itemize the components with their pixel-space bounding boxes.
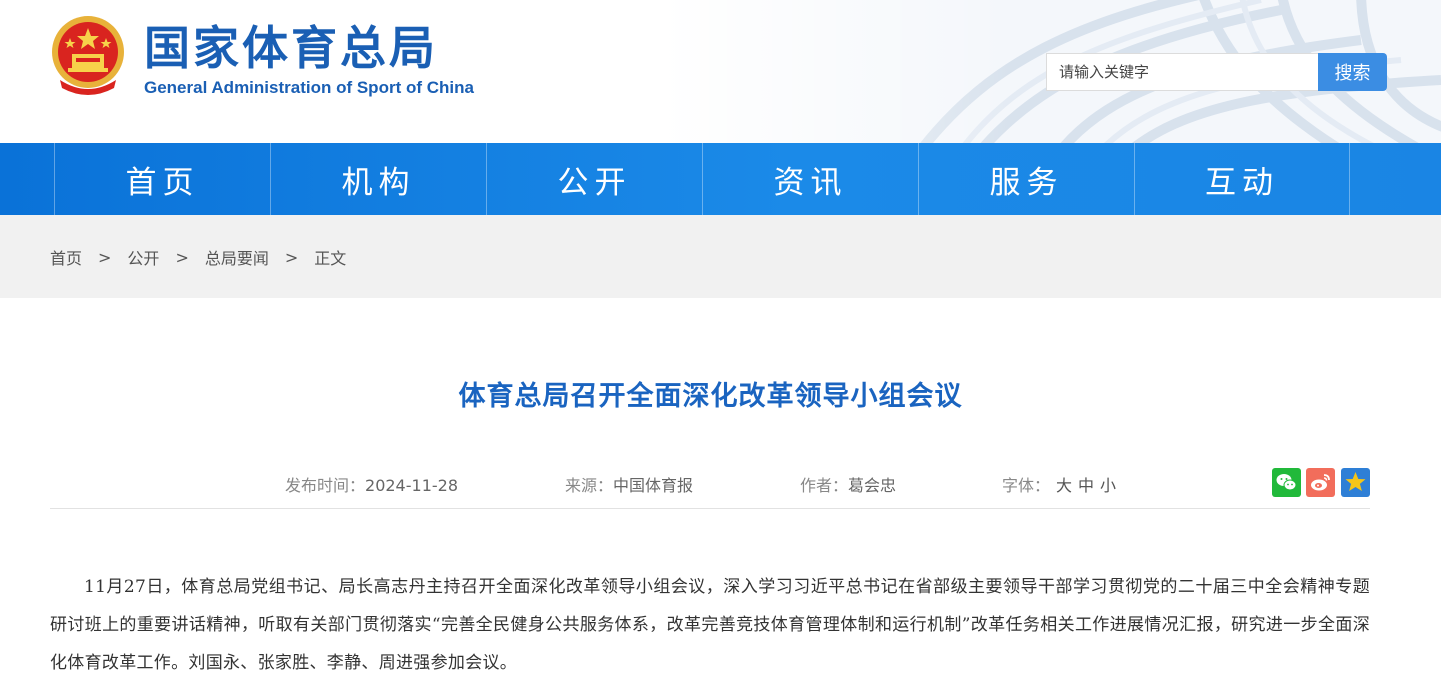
nav-item-news[interactable]: 资讯 [702,143,918,215]
breadcrumb-separator: > [98,247,112,267]
font-size-medium[interactable]: 中 [1078,476,1094,495]
breadcrumb-headline-news[interactable]: 总局要闻 [205,245,269,269]
nav-item-interaction[interactable]: 互动 [1134,143,1350,215]
breadcrumb-current: 正文 [314,249,347,268]
publish-date-meta: 发布时间：2024-11-28 [285,472,458,496]
nav-item-services[interactable]: 服务 [918,143,1134,215]
author-value: 葛会忠 [848,476,897,495]
author-label: 作者： [800,476,849,495]
nav-item-home[interactable]: 首页 [54,143,270,215]
breadcrumb-separator: > [284,247,299,267]
wechat-icon[interactable] [1272,468,1301,497]
source-meta: 来源：中国体育报 [565,472,693,496]
main-nav: 首页 机构 公开 资讯 服务 互动 [0,143,1441,215]
national-emblem-icon[interactable] [48,14,128,96]
favorite-star-icon[interactable] [1341,468,1370,497]
font-size-small[interactable]: 小 [1100,476,1116,495]
nav-item-public[interactable]: 公开 [486,143,702,215]
author-meta: 作者：葛会忠 [800,472,896,496]
site-header: 国家体育总局 General Administration of Sport o… [0,0,1441,143]
source-value: 中国体育报 [613,476,694,495]
breadcrumb: 首页 > 公开 > 总局要闻 > 正文 [50,245,346,269]
publish-date-label: 发布时间： [285,476,366,495]
breadcrumb-separator: > [175,247,189,267]
font-size-meta: 字体： 大中小 [1002,472,1116,496]
font-size-label: 字体： [1002,476,1051,495]
source-label: 来源： [565,476,614,495]
article-body-paragraph: 11月27日，体育总局党组书记、局长高志丹主持召开全面深化改革领导小组会议，深入… [50,577,1370,673]
nav-item-organization[interactable]: 机构 [270,143,486,215]
article-title: 体育总局召开全面深化改革领导小组会议 [458,381,963,412]
publish-date-value: 2024-11-28 [365,476,458,495]
search-button[interactable]: 搜索 [1318,53,1387,91]
breadcrumb-bar: 首页 > 公开 > 总局要闻 > 正文 [0,215,1441,298]
font-size-large[interactable]: 大 [1056,476,1072,495]
site-subtitle: General Administration of Sport of China [144,78,474,97]
breadcrumb-public[interactable]: 公开 [127,245,159,269]
breadcrumb-home[interactable]: 首页 [50,245,82,269]
meta-divider [50,508,1370,509]
search-input[interactable] [1046,53,1320,91]
site-title: 国家体育总局 [144,21,438,75]
weibo-icon[interactable] [1306,468,1335,497]
